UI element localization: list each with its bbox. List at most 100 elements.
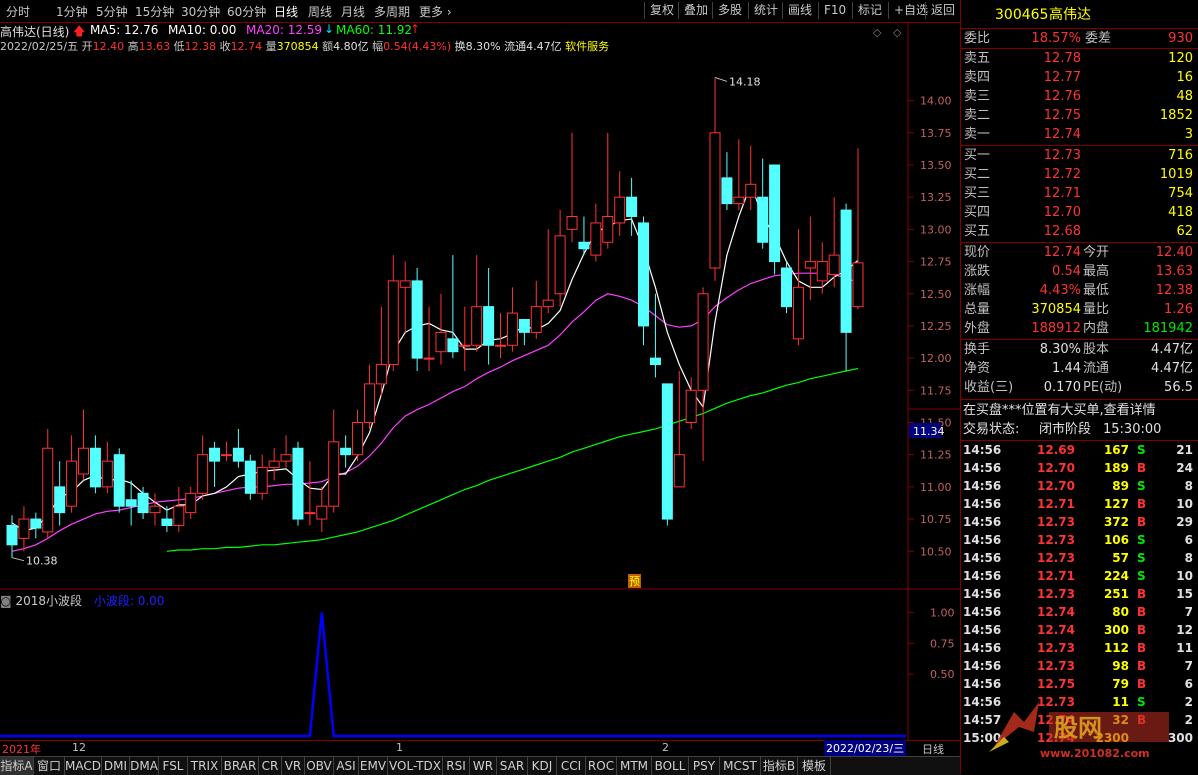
tab-5min[interactable]: 5分钟 <box>96 3 128 20</box>
trade-count: 29 <box>1176 515 1193 529</box>
indicator-tab[interactable]: OBV <box>305 757 334 775</box>
indicator-tab[interactable]: PSY <box>689 757 720 775</box>
stat-value: 56.5 <box>1164 380 1193 395</box>
indicator-tab[interactable]: BRAR <box>222 757 259 775</box>
indicator-tab[interactable]: VR <box>282 757 305 775</box>
trade-side: S <box>1137 479 1146 493</box>
trade-price: 12.69 <box>1037 443 1075 457</box>
stat-value: 0.54 <box>1052 264 1081 279</box>
price-tick-label: 14.00 <box>920 95 952 108</box>
indicator-tab[interactable]: DMI <box>102 757 130 775</box>
order-book-row: 买一 12.73 716 <box>964 148 1193 163</box>
restore-right-button[interactable]: 复权 <box>644 2 679 19</box>
multi-stock-button[interactable]: 多股 <box>712 2 747 19</box>
axis-period[interactable]: 日线 <box>922 741 944 757</box>
tab-more[interactable]: 更多 › <box>419 3 452 20</box>
stat-value: 13.63 <box>1155 264 1193 279</box>
tab-15min[interactable]: 15分钟 <box>135 3 174 20</box>
high-marker: 14.18 <box>729 75 761 88</box>
trade-side: S <box>1137 695 1146 709</box>
indicator-tab[interactable]: ASI <box>334 757 359 775</box>
tab-weekly[interactable]: 周线 <box>308 3 332 20</box>
indicator-tab[interactable]: KDJ <box>528 757 557 775</box>
trade-count: 24 <box>1176 461 1193 475</box>
tick-trade-row: 14:56 12.73 251 B 15 <box>961 585 1197 603</box>
indicator-toggle-icon[interactable]: ◙ <box>0 594 15 608</box>
trade-side: S <box>1137 443 1146 457</box>
order-price: 12.78 <box>1043 51 1081 66</box>
indicator-tab[interactable]: 指标B <box>761 757 798 775</box>
indicator-tab[interactable]: VOL-TDX <box>388 757 443 775</box>
indicator-tab[interactable]: EMV <box>359 757 388 775</box>
trade-time: 14:56 <box>963 479 1002 493</box>
kline-chart[interactable]: 14.00 13.75 13.50 13.25 13.00 12.75 12.50 12.25… <box>0 22 960 590</box>
trade-volume: 89 <box>1112 479 1129 493</box>
price-tick-label: 13.50 <box>920 159 952 172</box>
tab-30min[interactable]: 30分钟 <box>181 3 220 20</box>
trade-time: 14:56 <box>963 695 1002 709</box>
indicator-tab[interactable]: 指标A <box>0 757 34 775</box>
indicator-tab[interactable]: BOLL <box>652 757 689 775</box>
indicator-tick-label: 1.00 <box>930 606 955 619</box>
indicator-tab[interactable]: 窗口 <box>34 757 65 775</box>
stock-code: 300465 <box>995 7 1049 23</box>
f10-button[interactable]: F10 <box>818 2 851 19</box>
candle <box>530 280 542 339</box>
indicator-tab[interactable]: RSI <box>443 757 470 775</box>
back-button[interactable]: 返回 <box>925 2 960 19</box>
indicator-tab[interactable]: WR <box>470 757 497 775</box>
tab-intraday[interactable]: 分时 <box>6 3 30 20</box>
indicator-tab[interactable]: SAR <box>497 757 528 775</box>
wave-line <box>0 612 906 738</box>
candle <box>244 454 256 500</box>
order-book-row: 买三 12.71 754 <box>964 186 1193 201</box>
forecast-badge[interactable]: 预 <box>629 575 640 588</box>
indicator-tab[interactable]: CR <box>259 757 282 775</box>
order-price: 12.70 <box>1043 205 1081 220</box>
notice-row[interactable]: 在买盘***位置有大买单,查看详情 <box>961 401 1197 420</box>
candle <box>54 461 66 526</box>
candle <box>30 512 42 539</box>
candle <box>566 132 578 243</box>
candle <box>113 448 125 513</box>
indicator-tab[interactable]: DMA <box>130 757 159 775</box>
big-order-notice[interactable]: 在买盘***位置有大买单,查看详情 <box>963 401 1156 420</box>
tab-multi-period[interactable]: 多周期 <box>374 3 410 20</box>
price-tick-label: 12.00 <box>920 352 952 365</box>
candle <box>757 158 769 249</box>
candle <box>602 132 614 249</box>
trade-price: 12.73 <box>1037 659 1075 673</box>
tab-1min[interactable]: 1分钟 <box>56 3 88 20</box>
candle <box>363 364 375 429</box>
candle <box>340 435 352 468</box>
tab-monthly[interactable]: 月线 <box>341 3 365 20</box>
info-sector[interactable]: 软件服务 <box>565 40 609 53</box>
indicator-tab[interactable]: MACD <box>65 757 102 775</box>
statistics-button[interactable]: 统计 <box>748 2 783 19</box>
candle <box>6 515 18 558</box>
quote-stat-row: 涨跌 0.54 最高 13.63 <box>964 264 1193 279</box>
candle <box>709 77 721 281</box>
candle <box>209 441 221 487</box>
trade-volume: 300 <box>1103 623 1129 637</box>
draw-line-button[interactable]: 画线 <box>782 2 817 19</box>
tick-trade-row: 14:56 12.73 106 S 6 <box>961 531 1197 549</box>
tick-trade-row: 14:56 12.71 224 S 10 <box>961 567 1197 585</box>
indicator-tab[interactable]: MTM <box>617 757 652 775</box>
indicator-name: 2018小波段 <box>15 594 83 608</box>
mark-button[interactable]: 标记 <box>852 2 887 19</box>
indicator-tab[interactable]: MCST <box>720 757 761 775</box>
overlay-button[interactable]: 叠加 <box>678 2 713 19</box>
indicator-tab[interactable]: CCI <box>557 757 586 775</box>
tab-60min[interactable]: 60分钟 <box>227 3 266 20</box>
fundamental-row: 净资 1.44 流通 4.47亿 <box>964 361 1193 376</box>
indicator-tab[interactable]: 模板 <box>798 757 831 775</box>
price-tick-label: 11.25 <box>920 449 952 462</box>
stat-value: 0.170 <box>1043 380 1081 395</box>
indicator-tab[interactable]: FSL <box>159 757 188 775</box>
wave-indicator-chart[interactable]: 1.00 0.75 0.50 <box>0 590 960 740</box>
tab-daily[interactable]: 日线 <box>274 3 298 20</box>
indicator-tab[interactable]: TRIX <box>188 757 222 775</box>
indicator-tab[interactable]: ROC <box>586 757 617 775</box>
tick-trade-row: 14:56 12.70 89 S 8 <box>961 477 1197 495</box>
